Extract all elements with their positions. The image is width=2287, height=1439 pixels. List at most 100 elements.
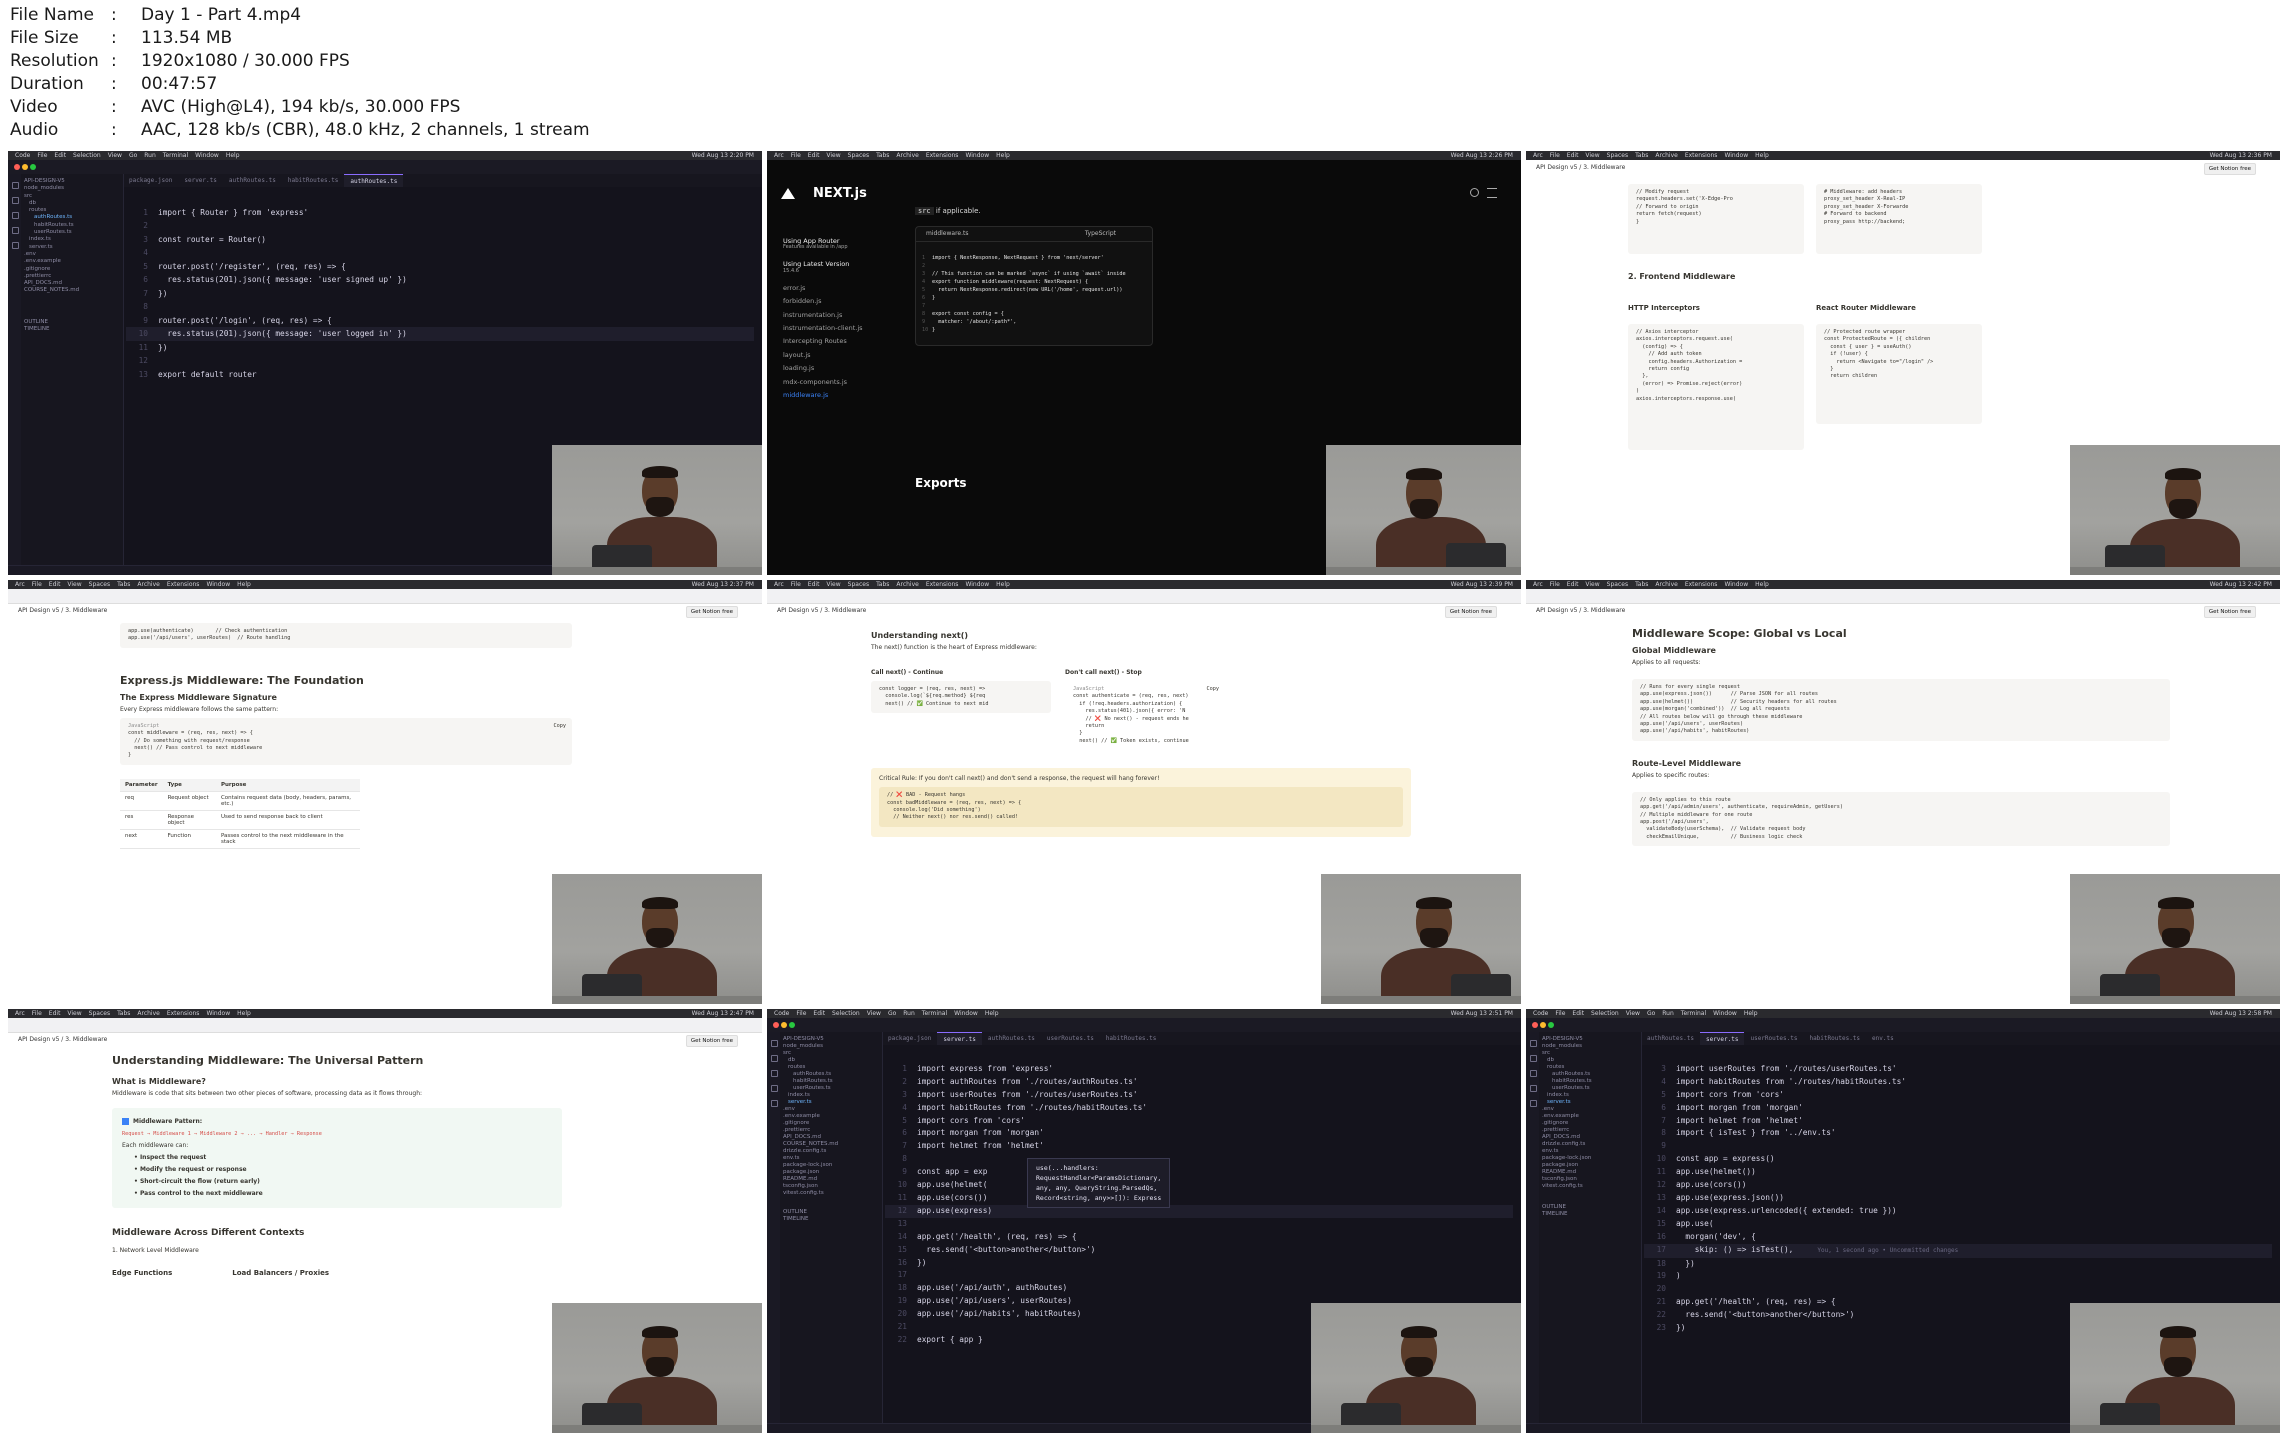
tree-item[interactable]: COURSE_NOTES.md bbox=[24, 287, 119, 294]
code-block[interactable]: JavaScript Copy const middleware = (req, r… bbox=[120, 717, 572, 765]
tree-item[interactable]: userRoutes.ts bbox=[783, 1085, 878, 1092]
tree-item[interactable]: .env.example bbox=[783, 1113, 878, 1120]
tree-item[interactable]: src bbox=[783, 1050, 878, 1057]
search-icon[interactable] bbox=[1470, 188, 1479, 197]
breadcrumb[interactable]: API Design v5 / 3. Middleware bbox=[18, 603, 107, 619]
thumbnail-4-notion[interactable]: Arc File Edit View Spaces Tabs Archive Extensio… bbox=[8, 580, 762, 1004]
tree-item[interactable]: .gitignore bbox=[1542, 1120, 1637, 1127]
tree-item[interactable]: env.ts bbox=[1542, 1148, 1637, 1155]
editor-tab[interactable]: package.json bbox=[882, 1032, 937, 1045]
tree-item[interactable]: node_modules bbox=[1542, 1043, 1637, 1050]
tree-item[interactable]: .env.example bbox=[1542, 1113, 1637, 1120]
tree-item[interactable]: .prettierrc bbox=[1542, 1127, 1637, 1134]
code-block[interactable]: JavaScript Copy const authenticate = (req,… bbox=[1065, 681, 1225, 751]
editor-tab[interactable]: package.json bbox=[123, 174, 178, 187]
close-dot-icon[interactable] bbox=[14, 164, 20, 170]
tree-item[interactable]: API_DOCS.md bbox=[783, 1134, 878, 1141]
tree-item[interactable]: index.ts bbox=[1542, 1092, 1637, 1099]
get-notion-button[interactable]: Get Notion free bbox=[2203, 606, 2256, 618]
thumbnail-2-nextjs-docs[interactable]: Arc File Edit View Spaces Tabs Archive Extensio… bbox=[767, 151, 1521, 575]
tree-item[interactable]: server.ts bbox=[24, 244, 119, 251]
tree-item[interactable]: index.ts bbox=[783, 1092, 878, 1099]
tree-item[interactable]: .env bbox=[783, 1106, 878, 1113]
get-notion-button[interactable]: Get Notion free bbox=[1444, 606, 1497, 618]
zoom-dot-icon[interactable] bbox=[1548, 1022, 1554, 1028]
tree-item[interactable]: .env bbox=[24, 251, 119, 258]
tree-item[interactable]: README.md bbox=[783, 1176, 878, 1183]
tree-item[interactable]: node_modules bbox=[783, 1043, 878, 1050]
sidebar-link[interactable]: error.js bbox=[783, 282, 903, 295]
tree-item[interactable]: server.ts bbox=[783, 1099, 878, 1106]
thumbnail-5-notion[interactable]: Arc File Edit View Spaces Tabs Archive Extensio… bbox=[767, 580, 1521, 1004]
tree-item[interactable]: drizzle.config.ts bbox=[1542, 1141, 1637, 1148]
copy-button[interactable]: Copy bbox=[1207, 686, 1220, 693]
tree-item[interactable]: tsconfig.json bbox=[783, 1183, 878, 1190]
tree-item[interactable]: API-DESIGN-V5 bbox=[24, 178, 119, 185]
tree-item[interactable]: .env.example bbox=[24, 258, 119, 265]
editor-tab[interactable]: authRoutes.ts bbox=[1641, 1032, 1700, 1045]
tree-item[interactable]: authRoutes.ts bbox=[24, 214, 119, 221]
tree-item[interactable]: .prettierrc bbox=[783, 1127, 878, 1134]
code-block[interactable]: // Axios interceptor axios.interceptors.r… bbox=[1628, 324, 1804, 450]
language-select[interactable]: TypeScript bbox=[1085, 227, 1116, 241]
copy-button[interactable]: Copy bbox=[554, 723, 567, 730]
nextjs-logo[interactable]: NEXT.js bbox=[781, 186, 867, 201]
zoom-dot-icon[interactable] bbox=[30, 164, 36, 170]
code-block[interactable]: 1 import { NextResponse, NextRequest } fr… bbox=[916, 242, 1152, 334]
sidebar-link[interactable]: mdx-components.js bbox=[783, 376, 903, 389]
code-block[interactable]: const logger = (req, res, next) => conso… bbox=[871, 681, 1051, 714]
tree-item[interactable]: env.ts bbox=[783, 1155, 878, 1162]
editor-tab-active[interactable]: authRoutes.ts bbox=[344, 174, 404, 187]
tree-item[interactable]: userRoutes.ts bbox=[1542, 1085, 1637, 1092]
get-notion-button[interactable]: Get Notion free bbox=[685, 606, 738, 618]
tree-item[interactable]: routes bbox=[24, 207, 119, 214]
tree-item[interactable]: API-DESIGN-V5 bbox=[783, 1036, 878, 1043]
tree-item[interactable]: routes bbox=[1542, 1064, 1637, 1071]
editor-tab[interactable]: habitRoutes.ts bbox=[282, 174, 345, 187]
editor-tab-active[interactable]: server.ts bbox=[937, 1032, 982, 1045]
sidebar-link[interactable]: layout.js bbox=[783, 349, 903, 362]
sidebar-link-active[interactable]: middleware.js bbox=[783, 389, 903, 402]
tree-item[interactable]: package.json bbox=[783, 1169, 878, 1176]
tree-item[interactable]: API_DOCS.md bbox=[24, 280, 119, 287]
thumbnail-9-editor[interactable]: Code File Edit Selection View Go Run Terminal Wi… bbox=[1526, 1009, 2280, 1433]
sidebar-link[interactable]: instrumentation-client.js bbox=[783, 322, 903, 335]
tree-item[interactable]: db bbox=[24, 200, 119, 207]
close-dot-icon[interactable] bbox=[1532, 1022, 1538, 1028]
thumbnail-8-editor[interactable]: Code File Edit Selection View Go Run Terminal Wi… bbox=[767, 1009, 1521, 1433]
minimize-dot-icon[interactable] bbox=[781, 1022, 787, 1028]
thumbnail-6-notion[interactable]: Arc File Edit View Spaces Tabs Archive Extensio… bbox=[1526, 580, 2280, 1004]
editor-tab[interactable]: server.ts bbox=[178, 174, 223, 187]
editor-tab[interactable]: authRoutes.ts bbox=[982, 1032, 1041, 1045]
tree-item[interactable]: OUTLINE bbox=[1542, 1204, 1637, 1211]
tree-item[interactable]: .gitignore bbox=[24, 266, 119, 273]
minimize-dot-icon[interactable] bbox=[1540, 1022, 1546, 1028]
tree-item[interactable]: TIMELINE bbox=[1542, 1211, 1637, 1218]
tree-item[interactable]: drizzle.config.ts bbox=[783, 1148, 878, 1155]
sidebar-link[interactable]: loading.js bbox=[783, 362, 903, 375]
zoom-dot-icon[interactable] bbox=[789, 1022, 795, 1028]
tree-item[interactable]: TIMELINE bbox=[24, 326, 119, 333]
code-block[interactable]: // Modify request request.headers.set('X-… bbox=[1628, 184, 1804, 254]
code-block[interactable]: # Middleware: add headers proxy_set_heade… bbox=[1816, 184, 1982, 254]
tree-item[interactable]: vitest.config.ts bbox=[1542, 1183, 1637, 1190]
tree-item[interactable]: README.md bbox=[1542, 1169, 1637, 1176]
tree-item[interactable]: habitRoutes.ts bbox=[24, 222, 119, 229]
editor-tab[interactable]: habitRoutes.ts bbox=[1100, 1032, 1163, 1045]
tree-item[interactable]: authRoutes.ts bbox=[783, 1071, 878, 1078]
sidebar-link[interactable]: Intercepting Routes bbox=[783, 335, 903, 348]
editor-tab[interactable]: env.ts bbox=[1866, 1032, 1900, 1045]
breadcrumb[interactable]: API Design v5 / 3. Middleware bbox=[18, 1032, 107, 1048]
tree-item[interactable]: index.ts bbox=[24, 236, 119, 243]
editor-tab-active[interactable]: server.ts bbox=[1699, 1032, 1745, 1045]
breadcrumb[interactable]: API Design v5 / 3. Middleware bbox=[777, 603, 866, 619]
tree-item[interactable]: tsconfig.json bbox=[1542, 1176, 1637, 1183]
tree-item[interactable]: COURSE_NOTES.md bbox=[783, 1141, 878, 1148]
breadcrumb[interactable]: API Design v5 / 3. Middleware bbox=[1536, 603, 1625, 619]
tree-item[interactable]: node_modules bbox=[24, 185, 119, 192]
tree-item[interactable]: server.ts bbox=[1542, 1099, 1637, 1106]
breadcrumb[interactable]: API Design v5 / 3. Middleware bbox=[1536, 160, 1625, 176]
tree-item[interactable]: OUTLINE bbox=[783, 1209, 878, 1216]
sidebar-link[interactable]: instrumentation.js bbox=[783, 309, 903, 322]
get-notion-button[interactable]: Get Notion free bbox=[685, 1035, 738, 1047]
